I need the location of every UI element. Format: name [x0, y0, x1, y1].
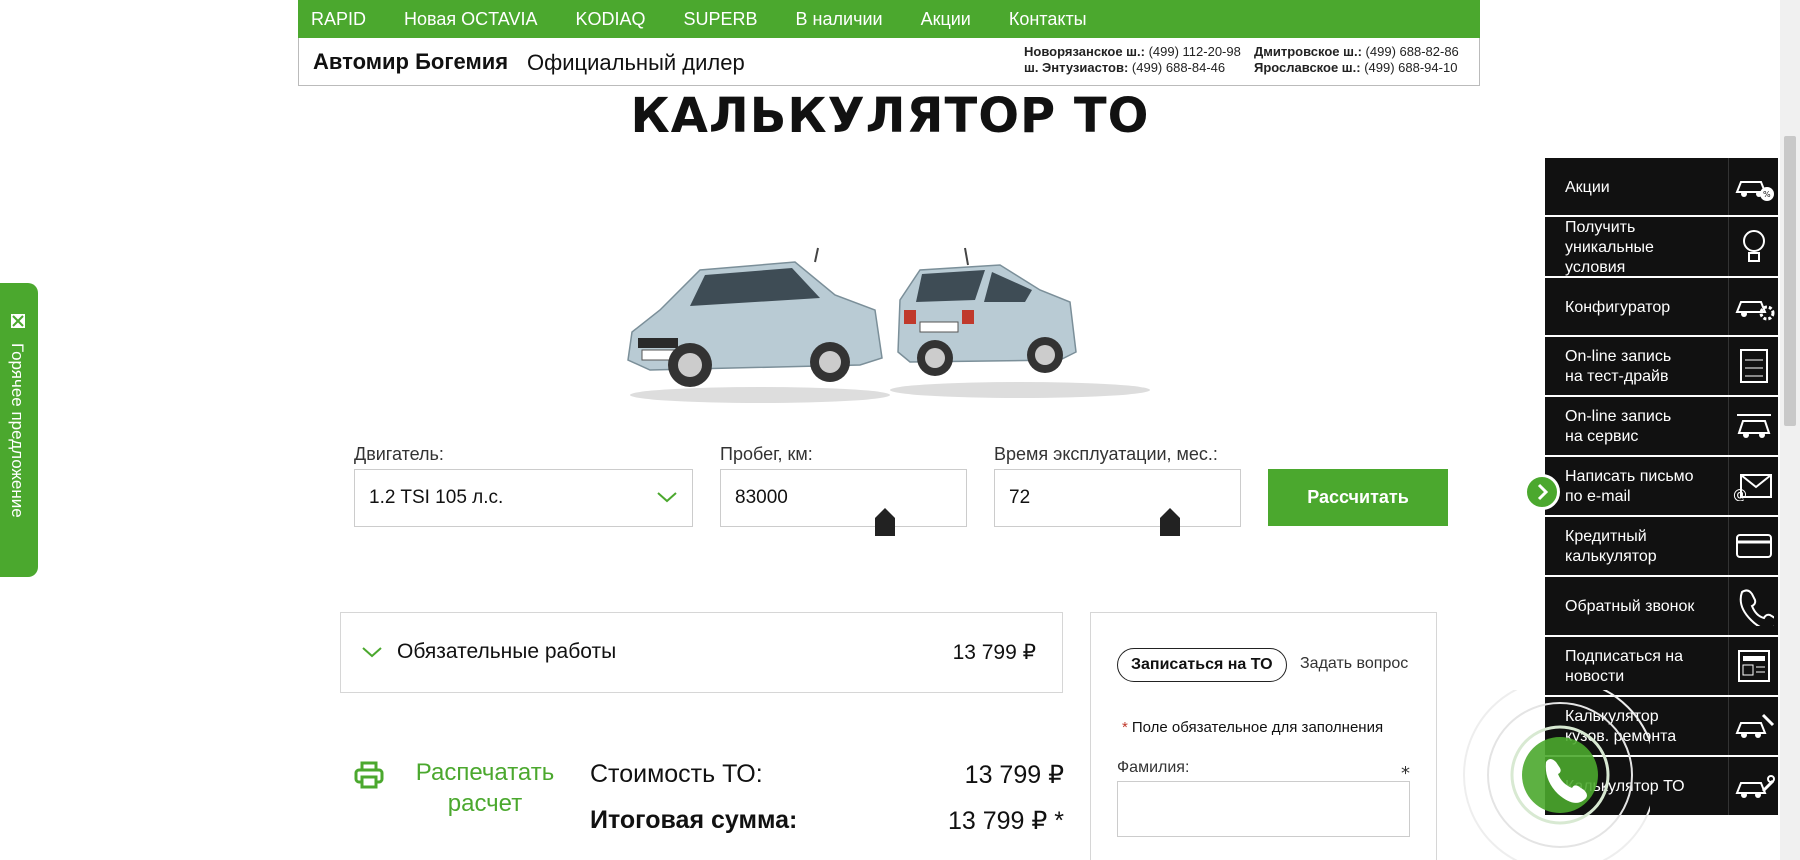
phones-column-1: Новорязанское ш.: (499) 112-20-98 ш. Энт… — [1024, 44, 1241, 76]
sidebar-item-label: On-line запись на сервис — [1565, 408, 1672, 445]
car-wrench-icon — [1728, 757, 1778, 815]
sidebar-item-label: Акции — [1565, 179, 1610, 196]
sidebar-item-label: Конфигуратор — [1565, 299, 1671, 316]
nav-item-in-stock[interactable]: В наличии — [796, 9, 883, 30]
phone-label-novoryazanskoe: Новорязанское ш.: — [1024, 44, 1145, 59]
phone-label-entuziastov: ш. Энтузиастов: — [1024, 60, 1129, 75]
print-calculation-link[interactable]: Распечатать расчет — [400, 757, 570, 819]
chevron-right-icon — [1537, 483, 1549, 501]
mileage-label: Пробег, км: — [720, 444, 813, 464]
email-icon: @ — [1728, 457, 1778, 515]
car-repair-icon — [1728, 697, 1778, 755]
engine-select[interactable]: 1.2 TSI 105 л.с. — [354, 469, 693, 527]
svg-text:%: % — [1763, 190, 1771, 199]
phones-column-2: Дмитровское ш.: (499) 688-82-86 Ярославс… — [1254, 44, 1459, 76]
tab-book-service[interactable]: Записаться на ТО — [1117, 648, 1287, 682]
chevron-down-icon — [657, 492, 677, 503]
sidebar-item-label: Кредитный калькулятор — [1565, 528, 1657, 565]
mileage-slider-handle[interactable] — [875, 508, 895, 536]
time-slider-handle[interactable] — [1160, 508, 1180, 536]
sidebar-item-lightbulb[interactable]: Получить уникальные условия — [1545, 217, 1778, 278]
sidebar-item-car-discount[interactable]: Акции% — [1545, 158, 1778, 217]
sidebar-toggle-button[interactable] — [1524, 474, 1560, 510]
required-field-note: * Поле обязательное для заполнения — [1122, 719, 1383, 736]
phone-number-yaroslavskoe[interactable]: (499) 688-94-10 — [1364, 60, 1457, 75]
mandatory-works-row[interactable]: Обязательные работы 13 799 ₽ — [340, 612, 1063, 693]
car-discount-icon: % — [1728, 158, 1778, 215]
dealer-subtitle: Официальный дилер — [527, 50, 745, 75]
time-input[interactable]: 72 — [994, 469, 1241, 527]
phone-icon — [1728, 577, 1778, 635]
sidebar-item-label: Обратный звонок — [1565, 598, 1695, 615]
sidebar-item-test-drive[interactable]: On-line запись на тест-драйв — [1545, 337, 1778, 397]
sidebar-item-car-gear[interactable]: Конфигуратор — [1545, 278, 1778, 337]
phone-label-yaroslavskoe: Ярославское ш.: — [1254, 60, 1361, 75]
nav-item-contacts[interactable]: Контакты — [1009, 9, 1087, 30]
credit-card-icon — [1728, 517, 1778, 575]
sidebar-item-label: Подписаться на новости — [1565, 648, 1684, 685]
sidebar-item-phone[interactable]: Обратный звонок — [1545, 577, 1778, 637]
mandatory-works-price: 13 799 ₽ — [952, 641, 1036, 664]
cost-label: Стоимость ТО: — [590, 760, 763, 788]
hot-offer-label: Горячее предложение — [8, 343, 27, 518]
sidebar-item-car-service[interactable]: On-line запись на сервис — [1545, 397, 1778, 457]
car-service-icon — [1728, 397, 1778, 455]
mandatory-works-label: Обязательные работы — [397, 640, 617, 663]
sidebar-item-label: Написать письмо по e-mail — [1565, 468, 1694, 505]
nav-item-rapid[interactable]: RAPID — [311, 9, 366, 30]
svg-text:@: @ — [1733, 487, 1747, 501]
scrollbar-thumb[interactable] — [1784, 136, 1796, 426]
dealer-name[interactable]: Автомир Богемия — [313, 49, 508, 75]
engine-select-value: 1.2 TSI 105 л.с. — [369, 487, 504, 508]
time-label: Время эксплуатации, мес.: — [994, 444, 1218, 464]
surname-label: Фамилия: — [1117, 759, 1190, 776]
nav-item-superb[interactable]: SUPERB — [684, 9, 758, 30]
car-image — [627, 247, 1150, 403]
phone-number-entuziastov[interactable]: (499) 688-84-46 — [1132, 60, 1225, 75]
surname-input[interactable] — [1117, 781, 1410, 837]
nav-item-offers[interactable]: Акции — [921, 9, 971, 30]
lightbulb-icon — [1728, 217, 1778, 276]
nav-item-kodiaq[interactable]: KODIAQ — [576, 9, 646, 30]
test-drive-icon — [1728, 337, 1778, 395]
sidebar-item-credit-card[interactable]: Кредитный калькулятор — [1545, 517, 1778, 577]
newspaper-icon — [1728, 637, 1778, 695]
phone-number-dmitrovskoe[interactable]: (499) 688-82-86 — [1366, 44, 1459, 59]
engine-label: Двигатель: — [354, 444, 444, 464]
phone-number-novoryazanskoe[interactable]: (499) 112-20-98 — [1149, 44, 1241, 59]
mileage-input-value: 83000 — [735, 487, 788, 508]
sidebar-item-label: On-line запись на тест-драйв — [1565, 348, 1672, 385]
hot-offer-tab[interactable]: Горячее предложение — [0, 283, 38, 577]
required-star: * — [1122, 719, 1128, 736]
mileage-input[interactable]: 83000 — [720, 469, 967, 527]
required-field-text: Поле обязательное для заполнения — [1131, 719, 1384, 736]
booking-form: Записаться на ТО Задать вопрос * Поле обя… — [1090, 612, 1437, 860]
scrollbar[interactable] — [1780, 0, 1800, 860]
close-icon[interactable] — [10, 313, 26, 329]
chevron-down-icon — [362, 647, 382, 658]
time-input-value: 72 — [1009, 487, 1031, 508]
sidebar-item-newspaper[interactable]: Подписаться на новости — [1545, 637, 1778, 697]
phone-label-dmitrovskoe: Дмитровское ш.: — [1254, 44, 1362, 59]
tab-ask-question[interactable]: Задать вопрос — [1300, 655, 1408, 673]
top-navigation: RAPID Новая OCTAVIA KODIAQ SUPERB В нали… — [298, 0, 1480, 38]
final-sum-label: Итоговая сумма: — [590, 806, 798, 834]
final-sum-value: 13 799 ₽ * — [948, 807, 1064, 835]
car-gear-icon — [1728, 278, 1778, 335]
calculate-button[interactable]: Рассчитать — [1268, 469, 1448, 526]
page-title: КАЛЬКУЛЯТОР ТО — [630, 88, 1150, 144]
cost-value: 13 799 ₽ — [964, 761, 1064, 789]
sidebar-item-label: Получить уникальные условия — [1565, 219, 1654, 276]
printer-icon[interactable] — [354, 761, 384, 789]
dealer-bar: Автомир Богемия Официальный дилер Новоря… — [298, 38, 1480, 86]
sidebar-item-email[interactable]: Написать письмо по e-mail @ — [1545, 457, 1778, 517]
nav-item-octavia[interactable]: Новая OCTAVIA — [404, 9, 537, 30]
callback-widget[interactable] — [1450, 690, 1650, 860]
